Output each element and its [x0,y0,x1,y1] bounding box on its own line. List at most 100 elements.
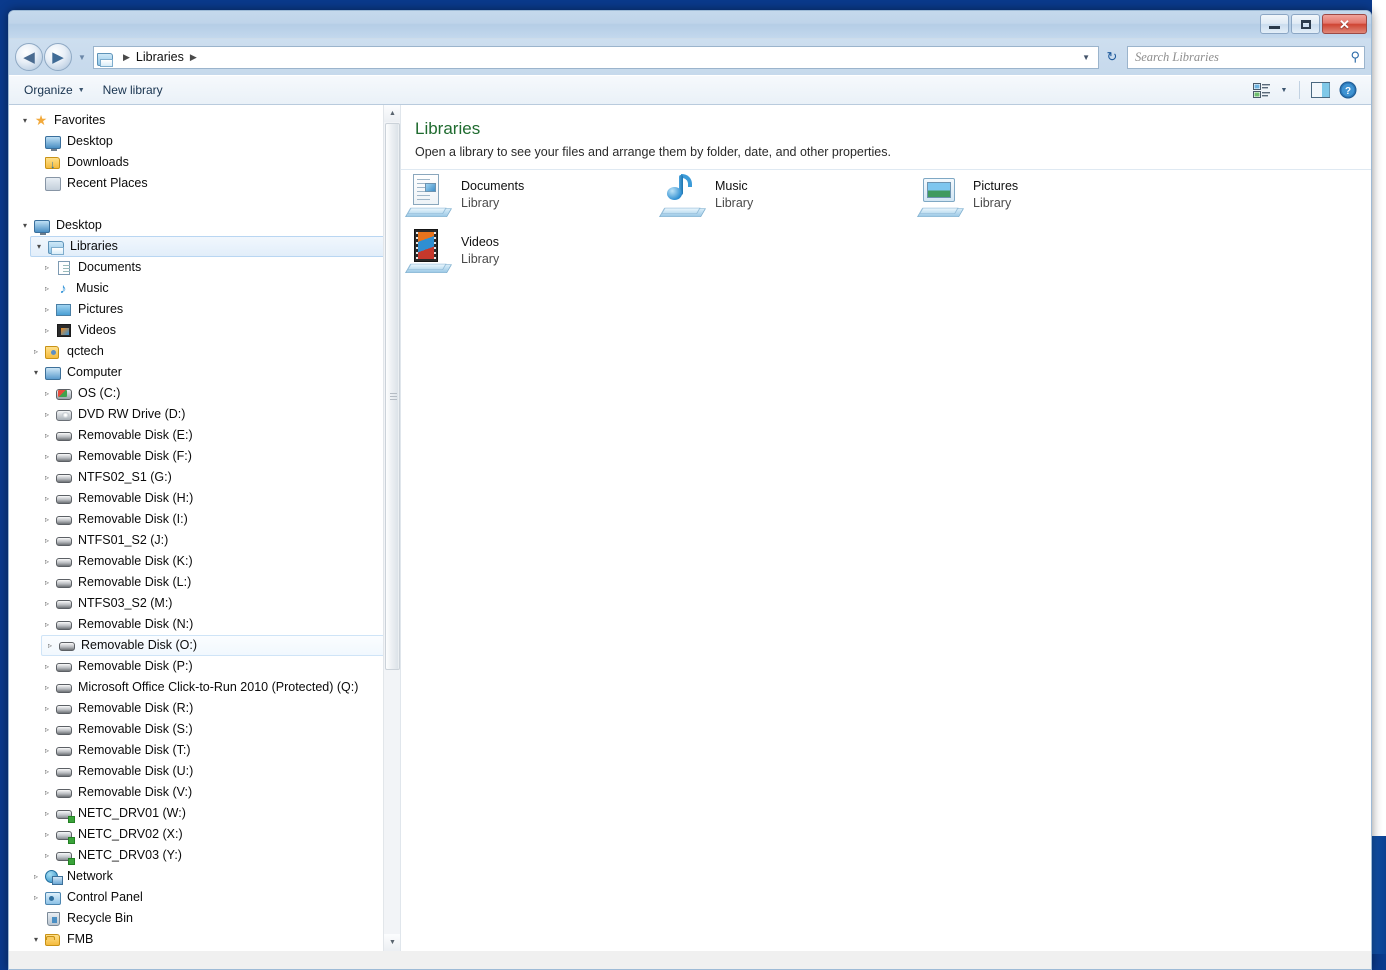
tree-item-netc-drv02-x[interactable]: ▹ NETC_DRV02 (X:) [39,824,183,845]
tree-item-favorites[interactable]: ▾ ★ Favorites [17,110,105,131]
expander-collapsed-icon[interactable]: ▹ [42,641,58,650]
expander-expanded-icon[interactable]: ▾ [28,368,44,377]
expander-collapsed-icon[interactable]: ▹ [39,326,55,335]
tree-item-removable-disk-u[interactable]: ▹ Removable Disk (U:) [39,761,193,782]
tree-item-removable-disk-h[interactable]: ▹ Removable Disk (H:) [39,488,193,509]
scrollbar-thumb[interactable] [385,123,400,670]
library-tile[interactable]: Pictures Library [915,170,1145,220]
help-button[interactable]: ? [1335,79,1361,101]
expander-expanded-icon[interactable]: ▾ [31,242,47,251]
minimize-button[interactable] [1260,14,1289,34]
breadcrumb-separator-icon[interactable]: ▶ [184,52,203,63]
back-button[interactable]: ◀ [15,43,43,71]
organize-button[interactable]: Organize ▼ [15,79,94,101]
tree-item-documents[interactable]: ▹ Documents [39,257,141,278]
forward-button[interactable]: ▶ [44,43,72,71]
tree-item-removable-disk-l[interactable]: ▹ Removable Disk (L:) [39,572,191,593]
expander-collapsed-icon[interactable]: ▹ [39,725,55,734]
tree-item-removable-disk-v[interactable]: ▹ Removable Disk (V:) [39,782,192,803]
tree-item-ntfs02-s1-g[interactable]: ▹ NTFS02_S1 (G:) [39,467,172,488]
tree-item-removable-disk-n[interactable]: ▹ Removable Disk (N:) [39,614,193,635]
maximize-button[interactable] [1291,14,1320,34]
tree-item-removable-disk-r[interactable]: ▹ Removable Disk (R:) [39,698,193,719]
tree-item-netc-drv03-y[interactable]: ▹ NETC_DRV03 (Y:) [39,845,182,866]
tree-item-videos[interactable]: ▹ Videos [39,320,116,341]
expander-collapsed-icon[interactable]: ▹ [28,872,44,881]
tree-item-control-panel[interactable]: ▹ Control Panel [28,887,143,908]
refresh-button[interactable]: ↻ [1101,46,1123,69]
expander-collapsed-icon[interactable]: ▹ [39,746,55,755]
tree-item-downloads[interactable]: Downloads [28,152,129,173]
expander-collapsed-icon[interactable]: ▹ [39,536,55,545]
expander-collapsed-icon[interactable]: ▹ [39,473,55,482]
tree-item-computer[interactable]: ▾ Computer [28,362,122,383]
navigation-pane-scrollbar[interactable]: ▲ ▼ [383,105,400,951]
expander-collapsed-icon[interactable]: ▹ [39,620,55,629]
tree-item-removable-disk-f[interactable]: ▹ Removable Disk (F:) [39,446,192,467]
address-history-dropdown[interactable]: ▼ [1076,53,1096,62]
expander-collapsed-icon[interactable]: ▹ [39,263,55,272]
tree-item-ntfs01-s2-j[interactable]: ▹ NTFS01_S2 (J:) [39,530,168,551]
expander-expanded-icon[interactable]: ▾ [28,935,44,944]
library-tile[interactable]: Music Library [657,170,887,220]
tree-item-dvd-rw-drive-d[interactable]: ▹ DVD RW Drive (D:) [39,404,185,425]
view-options-dropdown[interactable]: ▼ [1276,79,1292,101]
tree-item-desktop[interactable]: Desktop [28,131,113,152]
tree-item-recycle-bin[interactable]: Recycle Bin [28,908,133,929]
preview-pane-icon[interactable] [1307,79,1333,101]
expander-collapsed-icon[interactable]: ▹ [39,557,55,566]
tree-item-qctech[interactable]: ▹ qctech [28,341,104,362]
expander-collapsed-icon[interactable]: ▹ [39,809,55,818]
tree-item-fmb[interactable]: ▾ FMB [28,929,93,950]
tree-item-ntfs03-s2-m[interactable]: ▹ NTFS03_S2 (M:) [39,593,172,614]
expander-collapsed-icon[interactable]: ▹ [39,788,55,797]
scroll-down-button[interactable]: ▼ [384,934,400,951]
title-bar[interactable]: ✕ [9,11,1371,39]
library-tile[interactable]: Videos Library [403,226,633,276]
expander-collapsed-icon[interactable]: ▹ [39,704,55,713]
tree-item-music[interactable]: ▹ ♪ Music [39,278,109,299]
expander-collapsed-icon[interactable]: ▹ [39,578,55,587]
tree-item-desktop[interactable]: ▾ Desktop [17,215,102,236]
expander-collapsed-icon[interactable]: ▹ [39,389,55,398]
tree-item-recent-places[interactable]: Recent Places [28,173,148,194]
expander-collapsed-icon[interactable]: ▹ [39,767,55,776]
expander-collapsed-icon[interactable]: ▹ [39,662,55,671]
tree-item-removable-disk-k[interactable]: ▹ Removable Disk (K:) [39,551,193,572]
tree-item-removable-disk-s[interactable]: ▹ Removable Disk (S:) [39,719,193,740]
expander-collapsed-icon[interactable]: ▹ [28,893,44,902]
address-bar[interactable]: ▶ Libraries ▶ ▼ [93,45,1099,69]
expander-collapsed-icon[interactable]: ▹ [39,515,55,524]
tree-item-microsoft-office-click-to-run-2010-protected-q[interactable]: ▹ Microsoft Office Click-to-Run 2010 (Pro… [39,677,358,698]
expander-collapsed-icon[interactable]: ▹ [39,683,55,692]
tree-item-removable-disk-t[interactable]: ▹ Removable Disk (T:) [39,740,191,761]
new-library-button[interactable]: New library [94,79,172,101]
scroll-up-button[interactable]: ▲ [384,105,400,122]
expander-collapsed-icon[interactable]: ▹ [39,851,55,860]
recent-pages-button[interactable]: ▼ [75,53,89,62]
expander-collapsed-icon[interactable]: ▹ [39,599,55,608]
tree-item-network[interactable]: ▹ Network [28,866,113,887]
close-button[interactable]: ✕ [1322,14,1367,34]
tree-item-pictures[interactable]: ▹ Pictures [39,299,123,320]
tree-item-libraries[interactable]: ▾ Libraries [30,236,400,257]
view-options-icon[interactable] [1248,79,1274,101]
tree-item-removable-disk-e[interactable]: ▹ Removable Disk (E:) [39,425,193,446]
expander-expanded-icon[interactable]: ▾ [17,221,33,230]
expander-collapsed-icon[interactable]: ▹ [39,305,55,314]
tree-item-netc-drv01-w[interactable]: ▹ NETC_DRV01 (W:) [39,803,186,824]
expander-collapsed-icon[interactable]: ▹ [39,431,55,440]
library-tile[interactable]: Documents Library [403,170,633,220]
breadcrumb-libraries[interactable]: Libraries [136,50,184,64]
tree-item-os-c[interactable]: ▹ OS (C:) [39,383,120,404]
expander-collapsed-icon[interactable]: ▹ [39,494,55,503]
expander-collapsed-icon[interactable]: ▹ [39,284,55,293]
search-input[interactable]: Search Libraries ⚲ [1127,45,1365,69]
expander-collapsed-icon[interactable]: ▹ [39,410,55,419]
content-pane[interactable]: Libraries Open a library to see your fil… [401,105,1371,951]
tree-item-removable-disk-p[interactable]: ▹ Removable Disk (P:) [39,656,193,677]
expander-expanded-icon[interactable]: ▾ [17,116,33,125]
tree-item-removable-disk-i[interactable]: ▹ Removable Disk (I:) [39,509,188,530]
expander-collapsed-icon[interactable]: ▹ [39,830,55,839]
expander-collapsed-icon[interactable]: ▹ [39,452,55,461]
